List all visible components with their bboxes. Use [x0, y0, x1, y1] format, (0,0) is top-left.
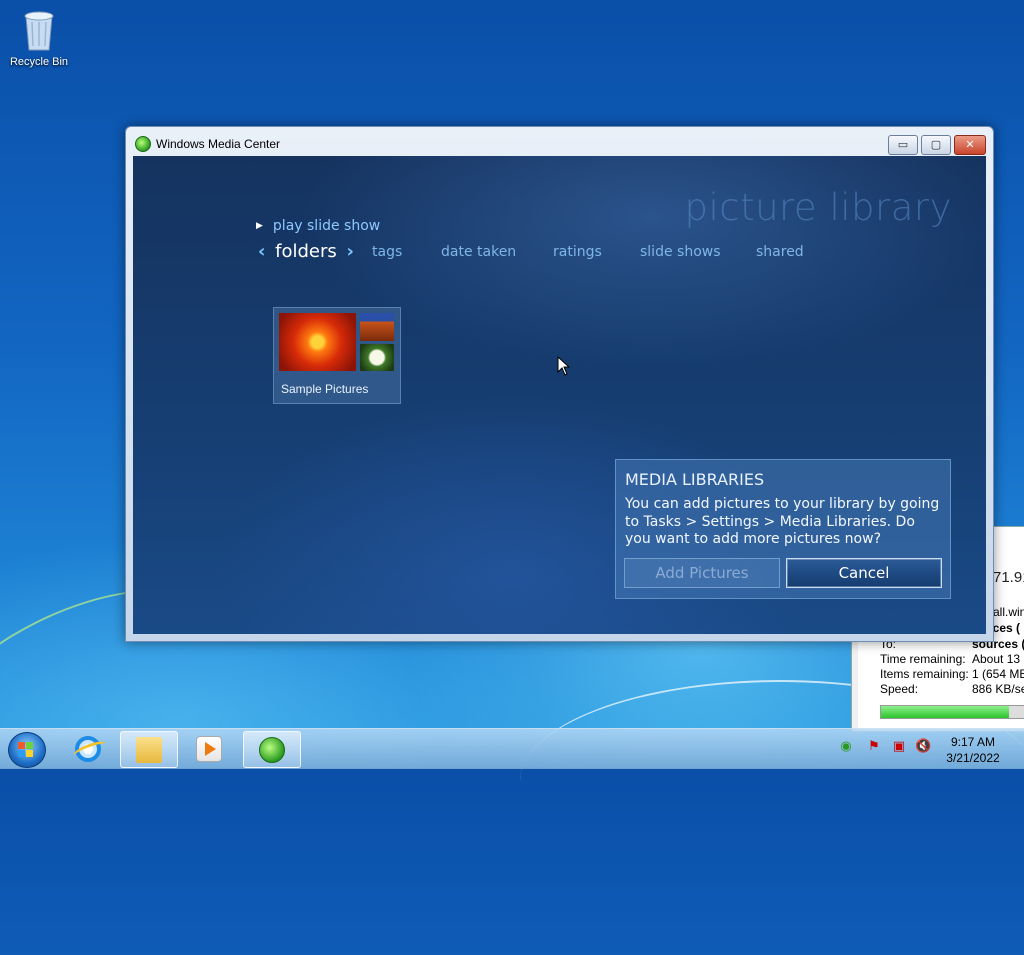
recycle-bin-icon [22, 8, 56, 52]
pivot-folders[interactable]: ‹ folders › [258, 241, 354, 262]
media-center-content: picture library ▶ play slide show ‹ folde… [133, 156, 986, 634]
speed-value: 886 KB/se [972, 682, 1024, 696]
network-disconnected-icon[interactable]: ▣ [891, 739, 907, 755]
maximize-button[interactable]: ▢ [921, 135, 951, 155]
windows-logo-icon [18, 742, 34, 757]
copy-filename-partial: all.win [993, 605, 1024, 619]
chevron-right-icon[interactable]: › [347, 241, 354, 262]
pivot-date-taken[interactable]: date taken [441, 244, 516, 260]
pivot-tags[interactable]: tags [372, 244, 402, 260]
taskbar: ◉ ⚑ ▣ 🔇 9:17 AM 3/21/2022 [0, 728, 1024, 769]
play-slide-show-label: play slide show [272, 218, 381, 234]
taskbar-media-center[interactable] [243, 731, 301, 768]
play-slide-show-link[interactable]: ▶ play slide show [256, 218, 380, 234]
dialog-message: You can add pictures to your library by … [625, 496, 940, 547]
clock-date: 3/21/2022 [946, 751, 1000, 765]
network-icon[interactable]: ◉ [838, 739, 854, 755]
internet-explorer-icon [75, 736, 101, 762]
clock-time: 9:17 AM [950, 735, 996, 749]
time-remaining-label: Time remaining: [880, 652, 966, 666]
media-center-icon [135, 136, 151, 152]
mouse-cursor-icon [557, 356, 571, 376]
chevron-left-icon[interactable]: ‹ [258, 241, 265, 262]
speed-label: Speed: [880, 682, 919, 696]
white-flower-thumbnail [360, 344, 394, 371]
media-libraries-dialog: MEDIA LIBRARIES You can add pictures to … [615, 459, 951, 599]
window-title: Windows Media Center [156, 137, 281, 151]
flower-thumbnail [279, 313, 356, 371]
play-icon: ▶ [256, 221, 263, 231]
copy-progress-fill [881, 706, 1009, 718]
taskbar-media-player[interactable] [181, 731, 237, 766]
pivot-label: folders [275, 241, 337, 262]
items-remaining-label: Items remaining: [880, 667, 969, 681]
action-center-icon[interactable]: ⚑ [866, 739, 882, 755]
time-remaining-value: About 13 [972, 652, 1021, 666]
taskbar-file-explorer[interactable] [120, 731, 178, 768]
start-button[interactable] [8, 732, 46, 768]
volume-muted-icon[interactable]: 🔇 [915, 739, 931, 755]
desktop-icon-recycle-bin[interactable]: Recycle Bin [6, 6, 72, 68]
close-button[interactable]: ✕ [954, 135, 986, 155]
desktop-icon-label: Recycle Bin [9, 56, 69, 68]
folder-caption: Sample Pictures [281, 382, 369, 396]
pivot-ratings[interactable]: ratings [553, 244, 602, 260]
file-explorer-icon [136, 737, 162, 763]
system-clock[interactable]: 9:17 AM 3/21/2022 [940, 734, 1006, 766]
pivot-shared[interactable]: shared [756, 244, 804, 260]
media-center-window[interactable]: Windows Media Center ▭ ▢ ✕ picture libra… [125, 126, 994, 642]
media-center-icon [259, 737, 285, 763]
title-bar[interactable]: Windows Media Center ▭ ▢ ✕ [126, 127, 993, 157]
media-player-icon [196, 736, 222, 762]
dialog-title: MEDIA LIBRARIES [625, 470, 765, 489]
copy-progress-bar [880, 705, 1024, 719]
desert-thumbnail [360, 313, 394, 341]
items-remaining-value: 1 (654 MB [972, 667, 1024, 681]
add-pictures-button[interactable]: Add Pictures [624, 558, 780, 588]
minimize-button[interactable]: ▭ [888, 135, 918, 155]
pivot-slide-shows[interactable]: slide shows [640, 244, 721, 260]
taskbar-internet-explorer[interactable] [60, 731, 116, 766]
page-title: picture library [684, 186, 952, 229]
folder-tile-sample-pictures[interactable]: Sample Pictures [273, 307, 401, 404]
copy-title-partial: 71.91 [993, 569, 1024, 586]
cancel-button[interactable]: Cancel [786, 558, 942, 588]
